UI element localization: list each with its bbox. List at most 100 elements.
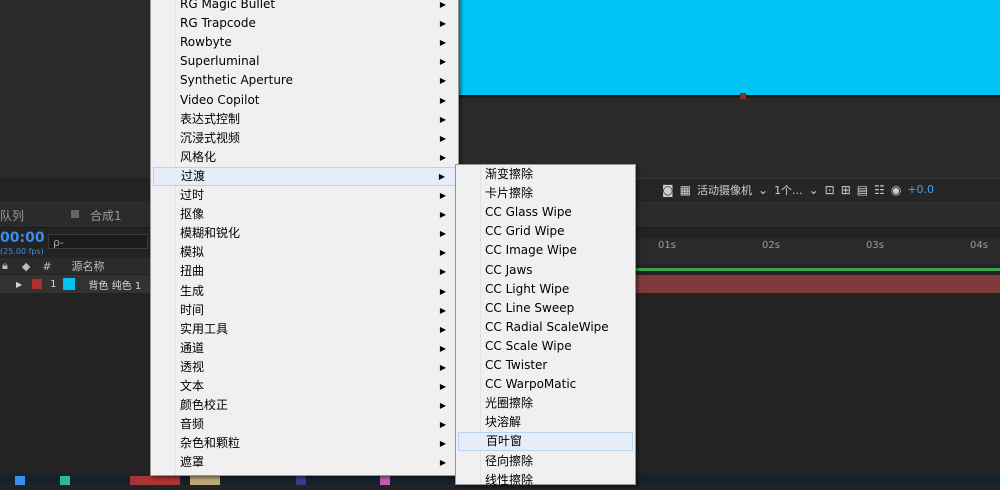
- submenu-arrow-icon: ▶: [439, 401, 446, 411]
- solid-swatch-icon: [62, 278, 75, 290]
- transparency-grid-icon[interactable]: ▦: [680, 183, 691, 197]
- timeline-search-input[interactable]: ρ-: [48, 234, 148, 249]
- main-menu-item-label: 生成: [180, 283, 205, 298]
- anchor-point-handle[interactable]: [740, 93, 746, 99]
- taskbar-app-icon[interactable]: [130, 476, 180, 485]
- timeline-empty-area: [634, 294, 1000, 474]
- composition-canvas[interactable]: [420, 0, 1000, 95]
- main-menu-item[interactable]: 过时 ▶: [153, 186, 456, 205]
- main-menu-item[interactable]: Synthetic Aperture ▶: [153, 71, 456, 90]
- tab-render-queue[interactable]: 队列: [0, 207, 24, 224]
- sub-menu-item[interactable]: 块溶解: [458, 413, 633, 432]
- main-menu-item[interactable]: 杂色和颗粒 ▶: [153, 434, 456, 453]
- layer-row[interactable]: ▶ 1 背色 纯色 1: [0, 275, 150, 293]
- view-layout-select[interactable]: 1个...: [774, 182, 803, 198]
- sub-menu-item[interactable]: CC Line Sweep: [458, 299, 633, 318]
- main-menu-item-label: 文本: [180, 379, 205, 393]
- main-menu-item[interactable]: 过渡 ▶: [153, 166, 456, 186]
- sub-menu-item[interactable]: CC Grid Wipe: [458, 222, 633, 241]
- sub-menu-item[interactable]: CC Glass Wipe: [458, 203, 633, 222]
- ruler-tick-label: 04s: [970, 240, 988, 251]
- main-menu-item[interactable]: 抠像 ▶: [153, 205, 456, 224]
- fast-previews-icon[interactable]: ⊞: [841, 183, 851, 197]
- main-menu-item[interactable]: RG Trapcode ▶: [153, 14, 456, 33]
- pixel-aspect-icon[interactable]: ⊡: [825, 183, 835, 197]
- sub-menu-item[interactable]: 径向擦除: [458, 452, 633, 471]
- main-menu-item-label: RG Trapcode: [180, 16, 256, 31]
- flowchart-icon[interactable]: ☷: [874, 183, 885, 197]
- layer-duration-bar[interactable]: [634, 275, 1000, 293]
- time-ruler[interactable]: 01s 02s 03s 04s: [634, 238, 1000, 264]
- main-menu-item[interactable]: Rowbyte ▶: [153, 33, 456, 52]
- main-menu-item[interactable]: 音频 ▶: [153, 415, 456, 434]
- submenu-arrow-icon: ▶: [439, 133, 446, 143]
- main-menu-item[interactable]: 扭曲 ▶: [153, 262, 456, 281]
- sub-menu-item[interactable]: CC Twister: [458, 356, 633, 375]
- main-menu-item[interactable]: Superluminal ▶: [153, 52, 456, 71]
- camera-select[interactable]: 活动摄像机: [697, 182, 752, 198]
- sub-menu-item[interactable]: 百叶窗: [458, 432, 633, 452]
- sub-menu-item[interactable]: CC Image Wipe: [458, 241, 633, 260]
- source-name-header[interactable]: 源名称: [72, 258, 105, 274]
- main-menu-item-label: 过渡: [181, 168, 206, 183]
- main-menu-item[interactable]: Video Copilot ▶: [153, 91, 456, 110]
- chevron-down-icon[interactable]: ⌄: [809, 183, 819, 197]
- ruler-tick-label: 03s: [866, 240, 884, 251]
- sub-menu-item[interactable]: 渐变擦除: [458, 165, 633, 184]
- main-menu-item[interactable]: 表达式控制 ▶: [153, 110, 456, 129]
- sub-menu-item[interactable]: CC Radial ScaleWipe: [458, 318, 633, 337]
- main-menu-item[interactable]: 透视 ▶: [153, 358, 456, 377]
- sub-menu-item[interactable]: CC Scale Wipe: [458, 337, 633, 356]
- layer-index: 1: [50, 278, 57, 290]
- taskbar-app-icon[interactable]: [190, 476, 220, 485]
- main-menu-item[interactable]: 遮罩 ▶: [153, 453, 456, 472]
- submenu-arrow-icon: ▶: [439, 324, 446, 334]
- sub-menu-item-label: 百叶窗: [486, 434, 523, 449]
- label-tag-icon[interactable]: ◆: [22, 260, 30, 273]
- main-menu-item[interactable]: 颜色校正 ▶: [153, 396, 456, 415]
- sub-menu-item[interactable]: 卡片擦除: [458, 184, 633, 203]
- sub-menu-item[interactable]: 线性擦除: [458, 471, 633, 490]
- submenu-arrow-icon: ▶: [439, 458, 446, 468]
- main-menu-item[interactable]: 文本 ▶: [153, 377, 456, 396]
- main-menu-item[interactable]: 模拟 ▶: [153, 243, 456, 262]
- work-area-bar[interactable]: [634, 268, 1000, 271]
- snapshot-icon[interactable]: ◙: [662, 183, 674, 197]
- sub-menu-item-label: CC Jaws: [485, 262, 533, 277]
- exposure-value[interactable]: +0.0: [907, 183, 934, 196]
- main-menu-item[interactable]: 风格化 ▶: [153, 148, 456, 167]
- main-menu-item[interactable]: 通道 ▶: [153, 339, 456, 358]
- main-menu-item[interactable]: 实用工具 ▶: [153, 320, 456, 339]
- sub-menu-item[interactable]: 光圈擦除: [458, 394, 633, 413]
- sub-menu-item[interactable]: CC Jaws: [458, 261, 633, 280]
- sub-menu-item[interactable]: CC Light Wipe: [458, 280, 633, 299]
- expand-triangle-icon[interactable]: ▶: [16, 280, 22, 289]
- sub-menu-item[interactable]: CC WarpoMatic: [458, 375, 633, 394]
- chevron-down-icon[interactable]: ⌄: [758, 183, 768, 197]
- sub-menu-item-label: 光圈擦除: [485, 396, 534, 411]
- main-menu-item[interactable]: 模糊和锐化 ▶: [153, 224, 456, 243]
- main-menu-item[interactable]: 时间 ▶: [153, 301, 456, 320]
- current-timecode[interactable]: 00:00: [0, 230, 45, 246]
- main-menu-item-label: 风格化: [180, 149, 217, 164]
- sub-menu-item-label: CC Twister: [485, 358, 548, 372]
- layer-name[interactable]: 背色 纯色 1: [89, 277, 142, 292]
- taskbar-app-icon[interactable]: [296, 476, 306, 485]
- main-menu-item[interactable]: 沉浸式视频 ▶: [153, 129, 456, 148]
- taskbar-app-icon[interactable]: [60, 476, 70, 485]
- main-menu-item-label: 沉浸式视频: [180, 130, 241, 145]
- submenu-arrow-icon: ▶: [439, 210, 446, 220]
- taskbar-app-icon[interactable]: [15, 476, 25, 485]
- reset-exposure-icon[interactable]: ◉: [891, 183, 901, 197]
- canvas-edge: [420, 95, 1000, 98]
- main-menu-item[interactable]: 生成 ▶: [153, 282, 456, 301]
- timeline-icon[interactable]: ▤: [857, 183, 868, 197]
- lock-icon[interactable]: 🔒︎: [2, 259, 8, 273]
- tab-composition[interactable]: 合成1: [90, 207, 122, 224]
- main-menu-item[interactable]: RG Magic Bullet ▶: [153, 0, 456, 14]
- submenu-arrow-icon: ▶: [439, 19, 446, 29]
- sub-menu-item-label: CC Radial ScaleWipe: [485, 319, 609, 334]
- taskbar-app-icon[interactable]: [380, 476, 390, 485]
- main-menu-item-label: 时间: [180, 302, 205, 317]
- layer-label-color[interactable]: [32, 279, 43, 289]
